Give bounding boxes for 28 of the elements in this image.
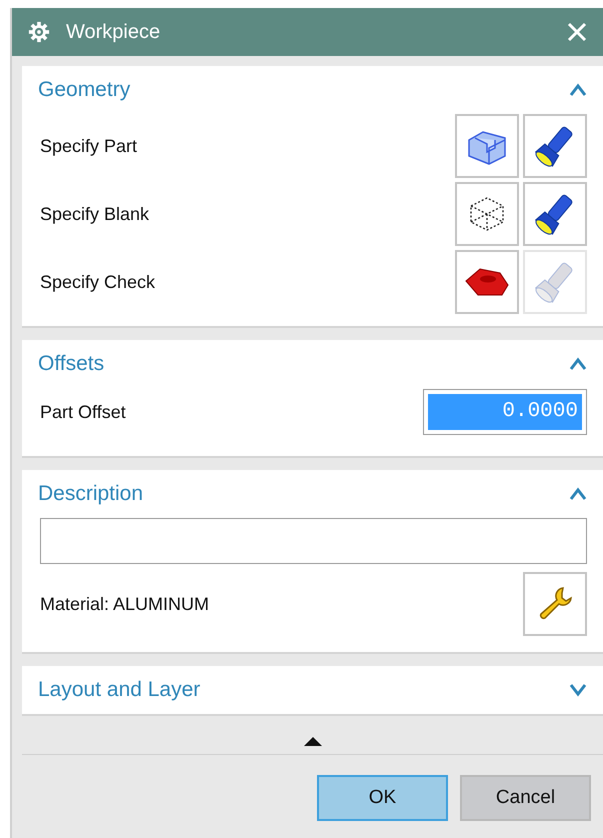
dialog-button[interactable]: OK — [317, 775, 448, 821]
chevron-up-icon[interactable] — [569, 487, 587, 501]
display-button[interactable] — [523, 114, 587, 178]
chevron-down-icon[interactable] — [569, 683, 587, 697]
close-icon — [567, 22, 587, 42]
material-button[interactable] — [523, 572, 587, 636]
description-field[interactable] — [40, 518, 587, 564]
select-object-button[interactable] — [455, 114, 519, 178]
row-label: Specify Part — [40, 134, 138, 158]
close-button[interactable] — [567, 22, 587, 42]
material-label: Material: ALUMINUM — [40, 592, 210, 616]
section-title[interactable]: Offsets — [38, 348, 104, 380]
display-button[interactable] — [523, 182, 587, 246]
offset-field[interactable]: 0.0000 — [423, 389, 587, 435]
dialog-button[interactable]: Cancel — [460, 775, 591, 821]
row-label: Specify Blank — [40, 202, 150, 226]
section-title[interactable]: Description — [38, 478, 144, 510]
field-label: Part Offset — [40, 400, 126, 424]
row-label: Specify Check — [40, 270, 156, 294]
chevron-up-icon[interactable] — [569, 83, 587, 97]
collapse-arrow-icon[interactable] — [304, 736, 322, 746]
section-title[interactable]: Layout and Layer — [38, 674, 200, 706]
chevron-up-icon[interactable] — [569, 357, 587, 371]
settings-icon — [28, 21, 50, 43]
select-object-button[interactable] — [455, 250, 519, 314]
section-title[interactable]: Geometry — [38, 74, 130, 106]
window-title: Workpiece — [66, 20, 160, 45]
select-object-button[interactable] — [455, 182, 519, 246]
